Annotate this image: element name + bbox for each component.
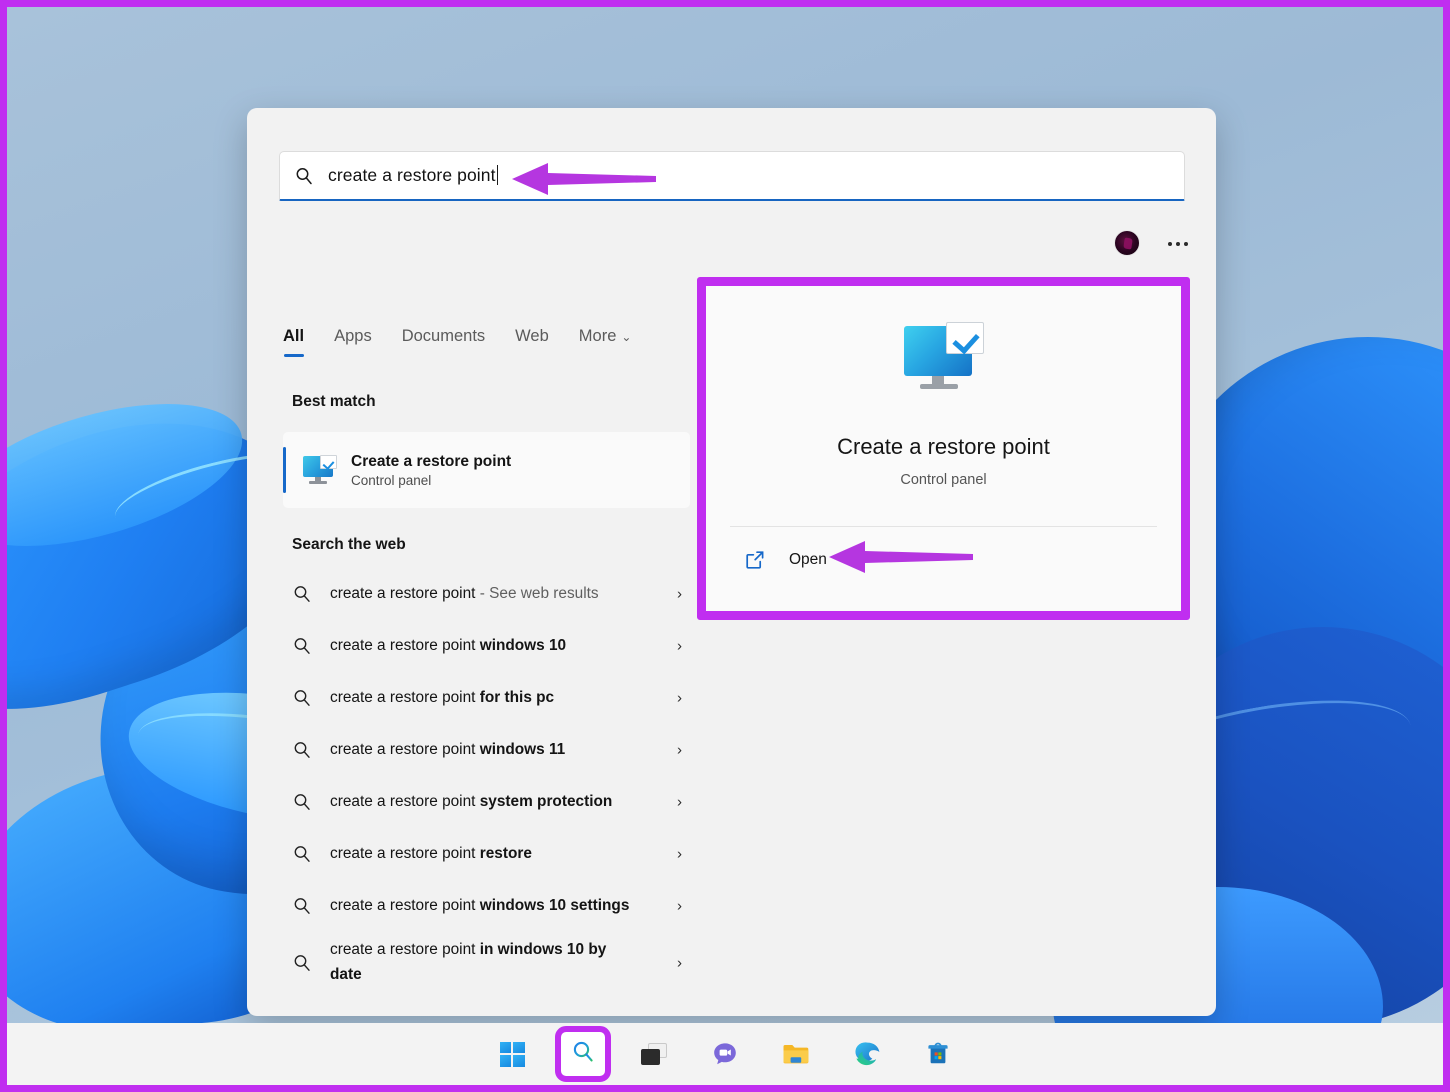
list-item[interactable]: create a restore point windows 10 › bbox=[283, 620, 690, 672]
preview-subtitle: Control panel bbox=[900, 472, 987, 488]
suggestion-text: create a restore point windows 11 bbox=[330, 740, 566, 758]
best-match-subtitle: Control panel bbox=[351, 472, 432, 488]
search-box[interactable]: create a restore point bbox=[279, 151, 1185, 201]
suggestion-text: create a restore point for this pc bbox=[330, 688, 555, 706]
more-options-icon[interactable] bbox=[1164, 231, 1192, 257]
taskbar-item-start[interactable] bbox=[490, 1032, 534, 1076]
microsoft-store-icon bbox=[925, 1041, 951, 1067]
search-icon bbox=[292, 584, 312, 604]
tab-web-label: Web bbox=[515, 327, 549, 345]
chevron-right-icon: › bbox=[677, 954, 682, 972]
suggestion-text: create a restore point restore bbox=[330, 844, 532, 862]
chat-icon bbox=[712, 1041, 738, 1067]
search-category-tabs: All Apps Documents Web More ⌄ bbox=[283, 327, 631, 357]
folder-icon bbox=[782, 1042, 810, 1066]
search-icon bbox=[292, 953, 312, 973]
search-icon bbox=[570, 1039, 596, 1070]
list-item[interactable]: create a restore point windows 10 settin… bbox=[283, 880, 690, 932]
best-match-result[interactable]: Create a restore point Control panel bbox=[283, 432, 690, 508]
avatar[interactable] bbox=[1114, 230, 1140, 256]
external-link-icon bbox=[744, 549, 766, 571]
chevron-down-icon: ⌄ bbox=[621, 330, 632, 344]
chevron-right-icon: › bbox=[677, 637, 682, 655]
chevron-right-icon: › bbox=[677, 689, 682, 707]
task-view-icon bbox=[641, 1043, 667, 1065]
results-column: Best match Create a restore point Contro… bbox=[283, 393, 690, 994]
monitor-check-icon bbox=[303, 455, 337, 485]
chevron-right-icon: › bbox=[677, 741, 682, 759]
windows-logo-icon bbox=[499, 1041, 525, 1067]
preview-title: Create a restore point bbox=[837, 434, 1050, 459]
chevron-right-icon: › bbox=[677, 585, 682, 603]
search-input-value[interactable]: create a restore point bbox=[328, 165, 499, 186]
text-caret bbox=[496, 165, 499, 185]
list-item[interactable]: create a restore point system protection… bbox=[283, 776, 690, 828]
suggestion-text: create a restore point system protection bbox=[330, 792, 613, 810]
search-icon bbox=[292, 896, 312, 916]
edge-icon bbox=[854, 1041, 881, 1068]
tab-all-label: All bbox=[283, 327, 305, 345]
tab-documents-label: Documents bbox=[401, 327, 486, 345]
list-item[interactable]: create a restore point windows 11 › bbox=[283, 724, 690, 776]
open-action[interactable]: Open bbox=[744, 549, 827, 571]
tab-documents[interactable]: Documents bbox=[402, 327, 485, 357]
tab-more-label: More bbox=[578, 327, 617, 345]
suggestion-text: create a restore point in windows 10 by … bbox=[330, 941, 607, 983]
taskbar-item-store[interactable] bbox=[916, 1032, 960, 1076]
taskbar-item-search[interactable] bbox=[555, 1026, 611, 1082]
list-item[interactable]: create a restore point restore › bbox=[283, 828, 690, 880]
taskbar-item-task-view[interactable] bbox=[632, 1032, 676, 1076]
suggestion-text: create a restore point - See web results bbox=[330, 584, 599, 602]
suggestion-text: create a restore point windows 10 settin… bbox=[330, 896, 630, 914]
best-match-title: Create a restore point bbox=[351, 452, 512, 470]
search-icon bbox=[292, 844, 312, 864]
taskbar-item-chat[interactable] bbox=[703, 1032, 747, 1076]
tab-web[interactable]: Web bbox=[515, 327, 549, 357]
web-suggestions-list: create a restore point - See web results… bbox=[283, 568, 690, 994]
chevron-right-icon: › bbox=[677, 793, 682, 811]
search-web-header: Search the web bbox=[292, 536, 406, 553]
search-icon bbox=[292, 636, 312, 656]
search-icon bbox=[292, 792, 312, 812]
taskbar-item-file-explorer[interactable] bbox=[774, 1032, 818, 1076]
search-box-container[interactable]: create a restore point bbox=[279, 151, 1185, 201]
list-item[interactable]: create a restore point in windows 10 by … bbox=[283, 932, 690, 994]
annotation-arrow-open bbox=[827, 537, 975, 577]
chevron-right-icon: › bbox=[677, 897, 682, 915]
taskbar bbox=[7, 1023, 1443, 1085]
taskbar-item-edge[interactable] bbox=[845, 1032, 889, 1076]
tab-apps-label: Apps bbox=[334, 327, 372, 345]
best-match-header: Best match bbox=[292, 393, 376, 410]
list-item[interactable]: create a restore point for this pc › bbox=[283, 672, 690, 724]
search-icon bbox=[292, 740, 312, 760]
suggestion-text: create a restore point windows 10 bbox=[330, 636, 567, 654]
chevron-right-icon: › bbox=[677, 845, 682, 863]
search-icon bbox=[292, 688, 312, 708]
monitor-check-icon bbox=[903, 322, 984, 392]
search-icon bbox=[294, 166, 314, 186]
preview-icon-wrap bbox=[706, 322, 1181, 392]
divider bbox=[730, 526, 1157, 527]
annotation-arrow-search bbox=[510, 159, 658, 199]
screen: create a restore point All Apps Document… bbox=[0, 0, 1450, 1092]
open-label: Open bbox=[789, 551, 827, 568]
list-item[interactable]: create a restore point - See web results… bbox=[283, 568, 690, 620]
tab-all[interactable]: All bbox=[283, 327, 305, 357]
tab-apps[interactable]: Apps bbox=[334, 327, 372, 357]
tab-more[interactable]: More ⌄ bbox=[579, 327, 632, 357]
